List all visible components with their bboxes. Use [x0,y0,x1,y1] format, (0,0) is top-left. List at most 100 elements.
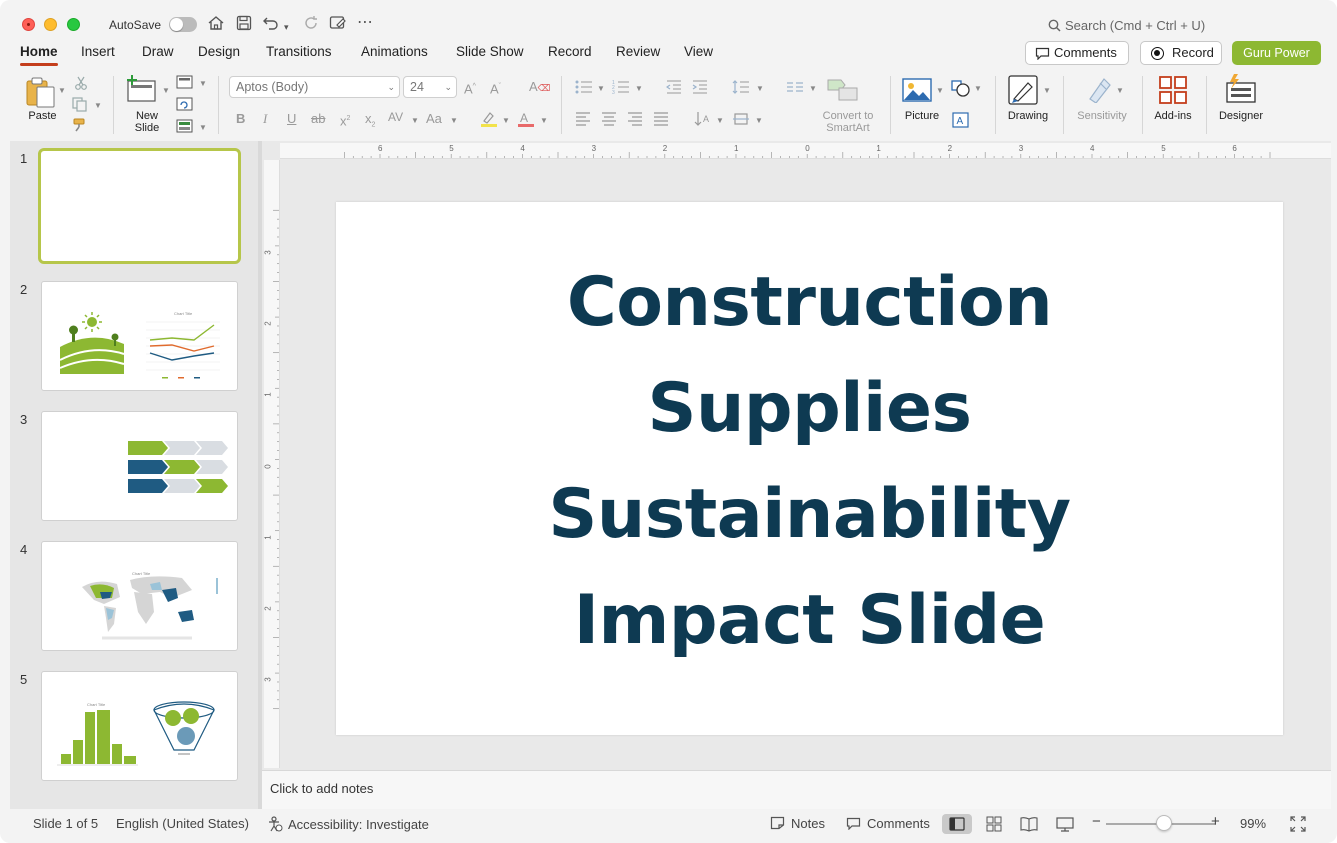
strikethrough-icon[interactable]: ab [311,112,325,126]
align-text-chevron-icon[interactable]: ▼ [755,116,763,125]
present-icon[interactable] [329,15,347,36]
columns-icon[interactable] [786,81,804,96]
more-options-icon[interactable]: ⋯ [357,14,373,32]
fit-to-window-icon[interactable] [1290,816,1306,836]
paste-icon[interactable] [24,75,58,112]
highlight-color-icon[interactable] [480,110,498,131]
horizontal-ruler[interactable]: 6 5 4 3 2 1 0 1 2 3 4 5 6 [280,143,1331,159]
copy-chevron-icon[interactable]: ▼ [94,101,102,110]
text-box-icon[interactable]: A [952,112,970,131]
tab-draw[interactable]: Draw [142,44,174,60]
guru-power-button[interactable]: Guru Power [1232,41,1321,65]
zoom-slider-thumb[interactable] [1156,815,1172,831]
section-icon[interactable] [176,119,194,136]
text-direction-icon[interactable]: A [694,110,712,131]
line-spacing-icon[interactable] [732,79,750,98]
bullets-chevron-icon[interactable]: ▼ [597,84,605,93]
italic-icon[interactable]: I [263,112,267,126]
slide-thumbnail-1[interactable] [38,148,241,264]
zoom-out-icon[interactable]: − [1092,814,1101,830]
accessibility-status[interactable]: Accessibility: Investigate [267,816,429,833]
notes-toggle-button[interactable]: Notes [770,816,825,832]
comments-toggle-button[interactable]: Comments [846,816,930,832]
subscript-icon[interactable]: x2 [365,112,375,133]
reading-view-button[interactable] [1014,814,1044,834]
slide-thumbnails-panel[interactable]: 1 2 Chart Title 3 4 Chart Title 5 Chart … [10,141,258,809]
align-right-icon[interactable] [627,112,643,129]
line-spacing-chevron-icon[interactable]: ▼ [756,84,764,93]
paste-chevron-icon[interactable]: ▼ [58,86,66,95]
slide-thumbnail-5[interactable]: Chart Title [41,671,238,781]
increase-font-size-icon[interactable]: A^ [464,80,476,96]
justify-icon[interactable] [653,112,669,129]
undo-icon[interactable] [262,15,280,36]
sensitivity-icon[interactable] [1086,75,1114,106]
tab-review[interactable]: Review [616,44,660,60]
autosave-toggle[interactable] [169,17,197,32]
shapes-chevron-icon[interactable]: ▼ [974,84,982,93]
tab-animations[interactable]: Animations [361,44,428,60]
highlight-chevron-icon[interactable]: ▼ [502,116,510,125]
minimize-window-button[interactable] [44,18,57,31]
drawing-icon[interactable] [1008,75,1040,108]
format-painter-icon[interactable] [73,118,89,135]
bullets-icon[interactable] [575,80,593,97]
comments-button[interactable]: Comments [1025,41,1129,65]
layout-icon[interactable] [176,75,194,92]
reset-slide-icon[interactable] [176,97,194,114]
tab-home[interactable]: Home [20,44,58,66]
new-slide-icon[interactable] [125,75,159,106]
tab-slide-show[interactable]: Slide Show [456,44,524,60]
align-center-icon[interactable] [601,112,617,129]
character-spacing-icon[interactable]: AV [388,110,403,124]
slide-show-button[interactable] [1050,814,1080,834]
change-case-icon[interactable]: Aa [426,112,442,126]
slide-title[interactable]: Construction Supplies Sustainability Imp… [336,250,1283,674]
sensitivity-chevron-icon[interactable]: ▼ [1116,86,1124,95]
zoom-window-button[interactable] [67,18,80,31]
tab-design[interactable]: Design [198,44,240,60]
clear-formatting-icon[interactable]: A⌫ [529,80,550,95]
slide-canvas[interactable]: Construction Supplies Sustainability Imp… [336,202,1283,735]
tab-view[interactable]: View [684,44,713,60]
normal-view-button[interactable] [942,814,972,834]
zoom-in-icon[interactable]: + [1211,814,1220,830]
slide-thumbnail-2[interactable]: Chart Title [41,281,238,391]
drawing-chevron-icon[interactable]: ▼ [1043,86,1051,95]
picture-icon[interactable] [902,78,932,105]
section-chevron-icon[interactable]: ▼ [199,123,207,132]
columns-chevron-icon[interactable]: ▼ [809,84,817,93]
picture-chevron-icon[interactable]: ▼ [936,86,944,95]
copy-icon[interactable] [72,97,88,115]
layout-chevron-icon[interactable]: ▼ [199,79,207,88]
character-spacing-chevron-icon[interactable]: ▼ [411,116,419,125]
new-slide-chevron-icon[interactable]: ▼ [162,86,170,95]
change-case-chevron-icon[interactable]: ▼ [450,116,458,125]
close-window-button[interactable] [22,18,35,31]
bold-icon[interactable]: B [236,112,245,126]
decrease-indent-icon[interactable] [665,80,682,97]
increase-indent-icon[interactable] [692,80,708,97]
superscript-icon[interactable]: x2 [340,112,350,128]
text-direction-chevron-icon[interactable]: ▼ [716,116,724,125]
align-left-icon[interactable] [575,112,591,129]
redo-icon[interactable] [303,15,319,36]
tab-record[interactable]: Record [548,44,592,60]
slide-thumbnail-3[interactable] [41,411,238,521]
designer-icon[interactable] [1224,74,1258,107]
shapes-icon[interactable] [951,80,971,101]
font-color-chevron-icon[interactable]: ▼ [540,116,548,125]
font-name-select[interactable]: Aptos (Body) ⌄ [229,76,400,98]
notes-placeholder[interactable]: Click to add notes [270,781,373,796]
numbering-icon[interactable]: 123 [612,80,630,97]
vertical-ruler[interactable]: 3 2 1 0 1 2 3 [264,160,280,768]
numbering-chevron-icon[interactable]: ▼ [635,84,643,93]
home-icon[interactable] [207,15,225,36]
undo-dropdown-chevron-icon[interactable]: ▾ [284,18,289,36]
tab-insert[interactable]: Insert [81,44,115,60]
cut-icon[interactable] [74,76,88,93]
font-size-select[interactable]: 24 ⌄ [403,76,457,98]
decrease-font-size-icon[interactable]: Aˇ [490,80,501,96]
slide-thumbnail-4[interactable]: Chart Title [41,541,238,651]
search-box[interactable]: Search (Cmd + Ctrl + U) [1048,18,1205,33]
